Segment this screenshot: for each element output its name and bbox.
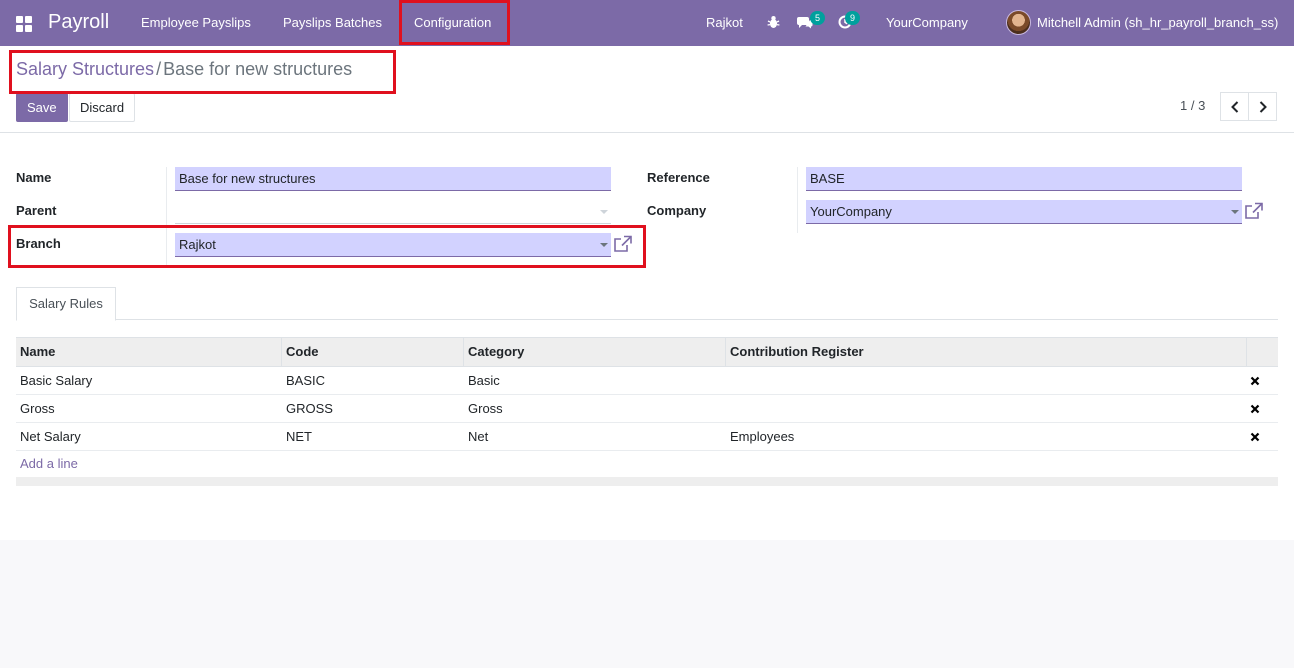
- debug-bug-icon[interactable]: [767, 15, 780, 29]
- column-header-code[interactable]: Code: [282, 338, 464, 367]
- dropdown-caret-icon: [600, 210, 608, 214]
- cell-name: Net Salary: [20, 429, 81, 444]
- delete-row-icon[interactable]: [1250, 404, 1260, 414]
- company-select[interactable]: YourCompany: [806, 200, 1242, 224]
- table-footer: [16, 477, 1278, 486]
- pager-value[interactable]: 1 / 3: [1180, 98, 1205, 113]
- column-header-category[interactable]: Category: [464, 338, 726, 367]
- top-navbar: Payroll Employee Payslips Payslips Batch…: [0, 0, 1294, 46]
- breadcrumb-separator: /: [156, 59, 162, 79]
- activities-badge: 9: [845, 11, 860, 25]
- branch-switcher[interactable]: Rajkot: [706, 15, 743, 30]
- external-link-icon[interactable]: [613, 235, 633, 254]
- apps-menu-icon[interactable]: [16, 16, 32, 32]
- breadcrumb: Salary Structures / Base for new structure…: [16, 59, 352, 80]
- delete-row-icon[interactable]: [1250, 432, 1260, 442]
- add-line-link[interactable]: Add a line: [16, 451, 1278, 477]
- salary-rules-table: Name Code Category Contribution Register…: [16, 337, 1278, 486]
- branch-label: Branch: [16, 236, 61, 251]
- parent-label: Parent: [16, 203, 57, 218]
- messages-badge: 5: [810, 11, 825, 25]
- cell-code: GROSS: [286, 401, 333, 416]
- user-avatar[interactable]: [1006, 10, 1031, 35]
- pager-previous-button[interactable]: [1220, 92, 1249, 121]
- label-column-divider: [166, 167, 167, 266]
- cell-code: BASIC: [286, 373, 326, 388]
- name-label: Name: [16, 170, 52, 185]
- cell-category: Basic: [468, 373, 500, 388]
- cell-name: Basic Salary: [20, 373, 93, 388]
- table-row[interactable]: Net Salary NET Net Employees: [16, 423, 1278, 451]
- app-name[interactable]: Payroll: [48, 11, 109, 34]
- branch-select[interactable]: Rajkot: [175, 233, 611, 257]
- tabs-divider: [16, 319, 1278, 320]
- chevron-right-icon: [1259, 100, 1267, 113]
- cell-code: NET: [286, 429, 312, 444]
- menu-configuration[interactable]: Configuration: [414, 15, 491, 30]
- column-header-contribution-register[interactable]: Contribution Register: [726, 338, 1247, 367]
- breadcrumb-current: Base for new structures: [163, 59, 353, 79]
- company-label: Company: [647, 203, 707, 218]
- reference-label: Reference: [647, 170, 710, 185]
- dropdown-caret-icon: [1231, 210, 1239, 214]
- save-button[interactable]: Save: [16, 93, 68, 122]
- menu-payslips-batches[interactable]: Payslips Batches: [283, 15, 382, 30]
- table-row[interactable]: Basic Salary BASIC Basic: [16, 367, 1278, 395]
- cell-name: Gross: [20, 401, 55, 416]
- delete-row-icon[interactable]: [1250, 376, 1260, 386]
- dropdown-caret-icon: [600, 243, 608, 247]
- company-value: YourCompany: [810, 204, 892, 219]
- parent-select[interactable]: [175, 200, 611, 224]
- cell-register: Employees: [730, 429, 795, 444]
- discard-button[interactable]: Discard: [69, 93, 136, 122]
- menu-employee-payslips[interactable]: Employee Payslips: [141, 15, 251, 30]
- user-menu[interactable]: Mitchell Admin (sh_hr_payroll_branch_ss): [1037, 15, 1278, 30]
- table-header: Name Code Category Contribution Register: [16, 337, 1278, 367]
- tab-salary-rules[interactable]: Salary Rules: [16, 287, 116, 321]
- column-header-name[interactable]: Name: [16, 338, 282, 367]
- external-link-icon[interactable]: [1244, 202, 1264, 221]
- company-switcher[interactable]: YourCompany: [886, 15, 968, 30]
- name-input[interactable]: Base for new structures: [175, 167, 611, 191]
- pager-next-button[interactable]: [1248, 92, 1277, 121]
- reference-input[interactable]: BASE: [806, 167, 1242, 191]
- breadcrumb-salary-structures[interactable]: Salary Structures: [16, 59, 154, 79]
- control-panel: Salary Structures / Base for new structure…: [0, 46, 1294, 133]
- chevron-left-icon: [1230, 100, 1238, 113]
- form-sheet: Name Base for new structures Parent Bran…: [0, 133, 1294, 540]
- branch-value: Rajkot: [179, 237, 216, 252]
- cell-category: Gross: [468, 401, 503, 416]
- label-column-divider: [797, 167, 798, 233]
- cell-category: Net: [468, 429, 489, 444]
- table-row[interactable]: Gross GROSS Gross: [16, 395, 1278, 423]
